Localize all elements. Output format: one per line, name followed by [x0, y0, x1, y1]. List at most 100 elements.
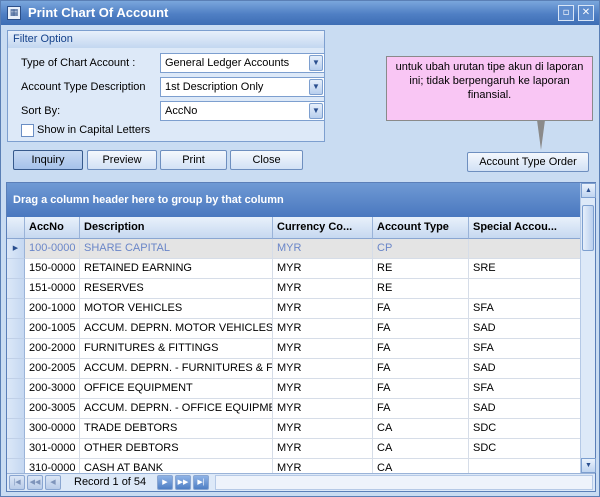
table-cell[interactable]: CP — [373, 239, 469, 259]
table-row[interactable]: 300-0000 TRADE DEBTORS MYR CA SDC — [7, 419, 581, 439]
table-cell[interactable]: 200-1005 — [25, 319, 80, 339]
scroll-thumb[interactable] — [582, 205, 594, 251]
table-cell[interactable]: 100-0000 — [25, 239, 80, 259]
table-cell[interactable]: MOTOR VEHICLES — [80, 299, 273, 319]
column-header[interactable]: Account Type — [373, 217, 469, 239]
table-cell[interactable]: 200-3000 — [25, 379, 80, 399]
table-cell[interactable] — [469, 279, 581, 299]
show-in-capital-letters-label[interactable]: Show in Capital Letters — [37, 124, 150, 136]
table-cell[interactable]: MYR — [273, 439, 373, 459]
table-cell[interactable]: MYR — [273, 279, 373, 299]
table-cell[interactable]: SHARE CAPITAL — [80, 239, 273, 259]
table-row[interactable]: 200-3000 OFFICE EQUIPMENT MYR FA SFA — [7, 379, 581, 399]
table-cell[interactable]: 300-0000 — [25, 419, 80, 439]
horizontal-scrollbar[interactable] — [215, 475, 593, 490]
table-cell[interactable]: RE — [373, 259, 469, 279]
row-indicator[interactable] — [7, 419, 25, 439]
account-type-description-select[interactable]: 1st Description Only ▼ — [160, 77, 325, 97]
column-header[interactable]: Description — [80, 217, 273, 239]
table-cell[interactable]: SDC — [469, 439, 581, 459]
table-cell[interactable]: FA — [373, 379, 469, 399]
next-record-icon[interactable]: ▶ — [157, 475, 173, 490]
row-indicator[interactable] — [7, 379, 25, 399]
table-cell[interactable]: CA — [373, 439, 469, 459]
close-button[interactable]: Close — [230, 150, 303, 170]
type-of-chart-account-select[interactable]: General Ledger Accounts ▼ — [160, 53, 325, 73]
table-row[interactable]: ▶ 100-0000 SHARE CAPITAL MYR CP — [7, 239, 581, 259]
table-cell[interactable]: 200-1000 — [25, 299, 80, 319]
table-cell[interactable]: 151-0000 — [25, 279, 80, 299]
row-indicator[interactable] — [7, 299, 25, 319]
row-pointer-icon[interactable]: ▶ — [7, 239, 25, 259]
table-cell[interactable]: RESERVES — [80, 279, 273, 299]
inquiry-button[interactable]: Inquiry — [13, 150, 83, 170]
sort-by-select[interactable]: AccNo ▼ — [160, 101, 325, 121]
table-cell[interactable]: MYR — [273, 379, 373, 399]
column-header[interactable]: Currency Co... — [273, 217, 373, 239]
table-cell[interactable]: FA — [373, 399, 469, 419]
first-record-icon[interactable]: |◀ — [9, 475, 25, 490]
table-cell[interactable] — [469, 239, 581, 259]
prev-record-icon[interactable]: ◀ — [45, 475, 61, 490]
table-row[interactable]: 200-3005 ACCUM. DEPRN. - OFFICE EQUIPMENT… — [7, 399, 581, 419]
row-indicator[interactable] — [7, 339, 25, 359]
table-cell[interactable]: CA — [373, 419, 469, 439]
table-cell[interactable]: MYR — [273, 259, 373, 279]
table-cell[interactable]: SFA — [469, 379, 581, 399]
row-indicator[interactable] — [7, 319, 25, 339]
table-cell[interactable]: SFA — [469, 339, 581, 359]
table-cell[interactable]: MYR — [273, 359, 373, 379]
table-cell[interactable]: MYR — [273, 399, 373, 419]
table-row[interactable]: 200-2005 ACCUM. DEPRN. - FURNITURES & FI.… — [7, 359, 581, 379]
table-row[interactable]: 200-1005 ACCUM. DEPRN. MOTOR VEHICLES MYR F… — [7, 319, 581, 339]
table-row[interactable]: 150-0000 RETAINED EARNING MYR RE SRE — [7, 259, 581, 279]
table-cell[interactable]: OFFICE EQUIPMENT — [80, 379, 273, 399]
table-cell[interactable]: MYR — [273, 339, 373, 359]
table-cell[interactable]: MYR — [273, 419, 373, 439]
table-cell[interactable]: MYR — [273, 299, 373, 319]
table-cell[interactable]: 200-2000 — [25, 339, 80, 359]
table-cell[interactable]: SDC — [469, 419, 581, 439]
print-button[interactable]: Print — [160, 150, 227, 170]
table-cell[interactable]: ACCUM. DEPRN. MOTOR VEHICLES — [80, 319, 273, 339]
restore-icon[interactable]: ▫ — [558, 5, 574, 21]
preview-button[interactable]: Preview — [87, 150, 157, 170]
vertical-scrollbar[interactable]: ▲ ▼ — [580, 183, 596, 474]
row-indicator[interactable] — [7, 259, 25, 279]
scroll-up-icon[interactable]: ▲ — [581, 183, 596, 198]
table-cell[interactable]: ACCUM. DEPRN. - FURNITURES & FI... — [80, 359, 273, 379]
table-cell[interactable]: MYR — [273, 319, 373, 339]
group-by-panel[interactable]: Drag a column header here to group by th… — [7, 183, 581, 217]
row-indicator[interactable] — [7, 359, 25, 379]
column-header[interactable]: AccNo — [25, 217, 80, 239]
row-indicator[interactable] — [7, 399, 25, 419]
table-cell[interactable]: RE — [373, 279, 469, 299]
show-in-capital-letters-checkbox[interactable] — [21, 124, 34, 137]
table-cell[interactable]: FURNITURES & FITTINGS — [80, 339, 273, 359]
column-header[interactable]: Special Accou... — [469, 217, 581, 239]
table-cell[interactable]: MYR — [273, 239, 373, 259]
table-cell[interactable]: OTHER DEBTORS — [80, 439, 273, 459]
table-cell[interactable]: FA — [373, 319, 469, 339]
close-icon[interactable]: ✕ — [578, 5, 594, 21]
table-cell[interactable]: ACCUM. DEPRN. - OFFICE EQUIPMENT — [80, 399, 273, 419]
table-row[interactable]: 200-2000 FURNITURES & FITTINGS MYR FA SFA — [7, 339, 581, 359]
table-cell[interactable]: RETAINED EARNING — [80, 259, 273, 279]
title-bar[interactable]: ▦ Print Chart Of Account ▫ ✕ — [1, 1, 599, 25]
table-cell[interactable]: SAD — [469, 399, 581, 419]
row-indicator[interactable] — [7, 439, 25, 459]
table-cell[interactable]: FA — [373, 299, 469, 319]
table-row[interactable]: 301-0000 OTHER DEBTORS MYR CA SDC — [7, 439, 581, 459]
table-row[interactable]: 151-0000 RESERVES MYR RE — [7, 279, 581, 299]
table-cell[interactable]: TRADE DEBTORS — [80, 419, 273, 439]
table-cell[interactable]: 200-2005 — [25, 359, 80, 379]
row-indicator[interactable] — [7, 279, 25, 299]
table-cell[interactable]: FA — [373, 339, 469, 359]
next-page-icon[interactable]: ▶▶ — [175, 475, 191, 490]
table-cell[interactable]: FA — [373, 359, 469, 379]
table-row[interactable]: 200-1000 MOTOR VEHICLES MYR FA SFA — [7, 299, 581, 319]
table-cell[interactable]: 200-3005 — [25, 399, 80, 419]
table-cell[interactable]: SRE — [469, 259, 581, 279]
last-record-icon[interactable]: ▶| — [193, 475, 209, 490]
table-cell[interactable]: SAD — [469, 319, 581, 339]
